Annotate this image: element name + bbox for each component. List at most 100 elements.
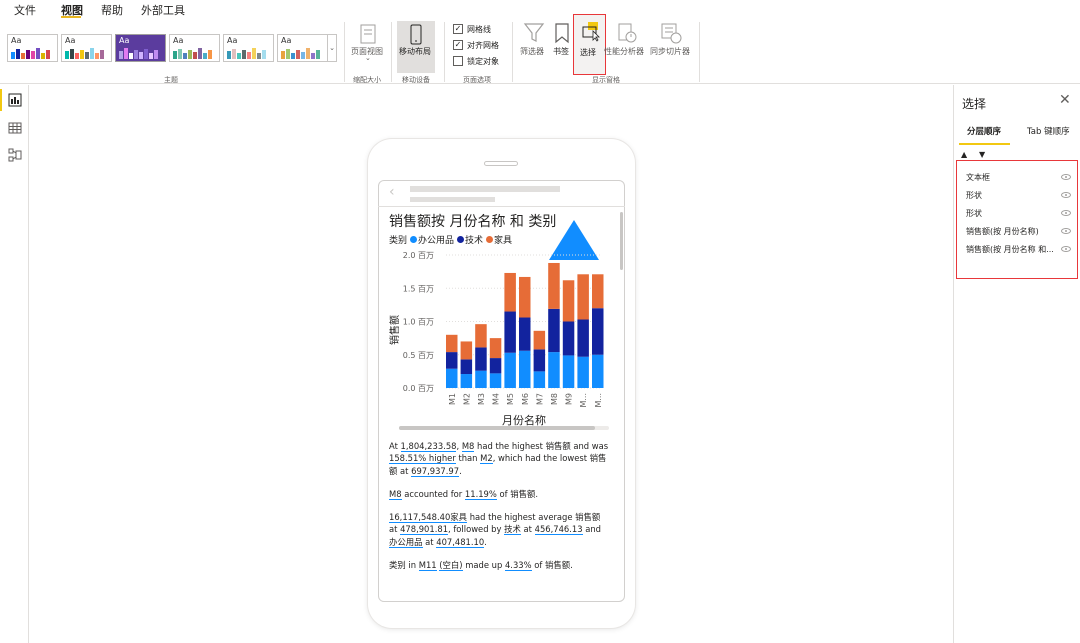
menu-help[interactable]: 帮助 xyxy=(101,2,123,18)
bar-segment[interactable] xyxy=(533,349,546,372)
active-view-indicator xyxy=(0,89,2,111)
bar-segment[interactable] xyxy=(533,371,546,388)
phone-speaker xyxy=(484,161,518,166)
narrative-value: 478,901.81 xyxy=(400,524,449,536)
narrative-paragraph-1[interactable]: At 1,804,233.58, M8 had the highest 销售额 … xyxy=(389,440,609,477)
menu-file[interactable]: 文件 xyxy=(14,2,36,18)
y-tick-label: 1.0 百万 xyxy=(403,318,434,327)
performance-analyzer-icon xyxy=(618,23,637,43)
selection-button[interactable]: 选择 xyxy=(573,14,606,75)
bar-segment[interactable] xyxy=(446,352,458,369)
bar-segment[interactable] xyxy=(475,347,487,371)
bar-segment[interactable] xyxy=(562,280,575,322)
tab-tab-order[interactable]: Tab 键顺序 xyxy=(1027,125,1070,137)
legend-swatch xyxy=(410,236,418,243)
narrative-paragraph-4[interactable]: 类别 in M11 (空白) made up 4.33% of 销售额. xyxy=(389,559,609,571)
layer-item[interactable]: 文本框 xyxy=(966,172,990,183)
narrative-value: 4.33% xyxy=(504,560,532,571)
menu-external-tools[interactable]: 外部工具 xyxy=(141,2,185,18)
bar-segment[interactable] xyxy=(475,370,487,388)
narrative-paragraph-3[interactable]: 16,117,548.40家具 had the highest average … xyxy=(389,511,609,548)
bar-segment[interactable] xyxy=(562,321,575,356)
bar-segment[interactable] xyxy=(562,355,575,388)
theme-swatch-1[interactable]: Aa xyxy=(7,34,58,62)
selection-pane-icon xyxy=(582,22,600,42)
bar-segment[interactable] xyxy=(577,274,589,320)
y-tick-label: 1.5 百万 xyxy=(403,284,434,293)
bar-segment[interactable] xyxy=(460,374,473,388)
eye-icon[interactable] xyxy=(1061,228,1071,234)
mobile-layout-button[interactable]: 移动布局 xyxy=(397,21,435,73)
chart-horizontal-scrollbar-track[interactable] xyxy=(399,426,609,430)
eye-icon[interactable] xyxy=(1061,246,1071,252)
bar-segment[interactable] xyxy=(519,276,531,318)
bar-segment[interactable] xyxy=(504,272,516,312)
theme-gallery-expand-icon[interactable]: ⌄ xyxy=(327,34,337,62)
layer-item[interactable]: 形状 xyxy=(966,190,982,201)
narrative-value: 家具 xyxy=(450,512,468,523)
x-tick-label: M7 xyxy=(535,393,544,405)
show-pane-group-label: 显示窗格 xyxy=(592,76,620,84)
mobile-vertical-scrollbar[interactable] xyxy=(620,212,623,270)
theme-swatch-3-selected[interactable]: Aa xyxy=(115,34,166,62)
bar-segment[interactable] xyxy=(489,338,502,359)
chart-horizontal-scrollbar-thumb[interactable] xyxy=(399,426,595,430)
bar-segment[interactable] xyxy=(548,262,560,309)
bar-segment[interactable] xyxy=(548,308,560,353)
tab-layer-order[interactable]: 分层顺序 xyxy=(967,125,1001,137)
bar-segment[interactable] xyxy=(577,319,589,357)
close-icon[interactable]: ✕ xyxy=(1059,92,1071,108)
data-view-icon[interactable] xyxy=(8,121,22,135)
bar-segment[interactable] xyxy=(446,334,458,353)
chevron-down-icon: ⌄ xyxy=(365,54,371,62)
narrative-text: than xyxy=(455,453,481,464)
move-up-icon[interactable]: ▲ xyxy=(961,150,967,159)
y-tick-label: 0.0 百万 xyxy=(403,384,434,393)
report-view-icon[interactable] xyxy=(8,93,22,107)
bar-segment[interactable] xyxy=(475,324,487,348)
bar-segment[interactable] xyxy=(504,352,516,388)
y-axis-tick-labels: 0.0 百万 0.5 百万 1.0 百万 1.5 百万 2.0 百万 xyxy=(403,251,434,393)
bar-segment[interactable] xyxy=(446,368,458,388)
stacked-column-chart[interactable]: 0.0 百万0.5 百万1.0 百万1.5 百万2.0 百万 M1 M2 M3 M4 M… xyxy=(380,245,620,435)
ribbon: Aa Aa Aa Aa Aa Aa ⌄ 主题 页面视图 ⌄ 缩配大小 移动布局 … xyxy=(0,14,1080,84)
eye-icon[interactable] xyxy=(1061,192,1071,198)
model-view-icon[interactable] xyxy=(8,148,22,162)
bar-segment[interactable] xyxy=(460,341,473,360)
theme-swatch-2[interactable]: Aa xyxy=(61,34,112,62)
bar-segment[interactable] xyxy=(592,274,604,309)
bar-segment[interactable] xyxy=(519,317,531,351)
layer-item[interactable]: 形状 xyxy=(966,208,982,219)
sync-slicers-label: 同步切片器 xyxy=(650,47,690,56)
eye-icon[interactable] xyxy=(1061,174,1071,180)
bar-segment[interactable] xyxy=(460,359,473,375)
back-chevron-icon[interactable]: ‹ xyxy=(389,184,395,200)
narrative-value: 技术 xyxy=(504,524,521,536)
eye-icon[interactable] xyxy=(1061,210,1071,216)
mobile-layout-label: 移动布局 xyxy=(399,47,431,56)
x-tick-label: M4 xyxy=(492,393,501,405)
ribbon-separator xyxy=(444,22,445,82)
snap-to-grid-label: 对齐网格 xyxy=(467,41,499,50)
bar-segment[interactable] xyxy=(592,308,604,355)
narrative-text: of 销售额. xyxy=(531,560,573,570)
bar-segment[interactable] xyxy=(489,373,502,388)
narrative-paragraph-2[interactable]: M8 accounted for 11.19% of 销售额. xyxy=(389,488,609,500)
bar-segment[interactable] xyxy=(548,352,560,388)
bar-segment[interactable] xyxy=(504,311,516,353)
legend-swatch xyxy=(486,236,494,243)
bar-segment[interactable] xyxy=(592,354,604,388)
x-tick-label: M2 xyxy=(462,393,471,405)
x-tick-label: M9 xyxy=(565,393,574,405)
layer-item[interactable]: 销售额(按 月份名称 和... xyxy=(966,244,1054,255)
layer-item[interactable]: 销售额(按 月份名称) xyxy=(966,226,1039,237)
bar-segment[interactable] xyxy=(489,358,502,374)
bar-segment[interactable] xyxy=(519,350,531,388)
theme-swatch-6[interactable]: Aa xyxy=(277,34,328,62)
bar-segment[interactable] xyxy=(533,330,546,350)
move-down-icon[interactable]: ▼ xyxy=(979,150,985,159)
bar-segment[interactable] xyxy=(577,356,589,388)
bookmarks-label: 书签 xyxy=(553,47,569,56)
theme-swatch-4[interactable]: Aa xyxy=(169,34,220,62)
theme-swatch-5[interactable]: Aa xyxy=(223,34,274,62)
